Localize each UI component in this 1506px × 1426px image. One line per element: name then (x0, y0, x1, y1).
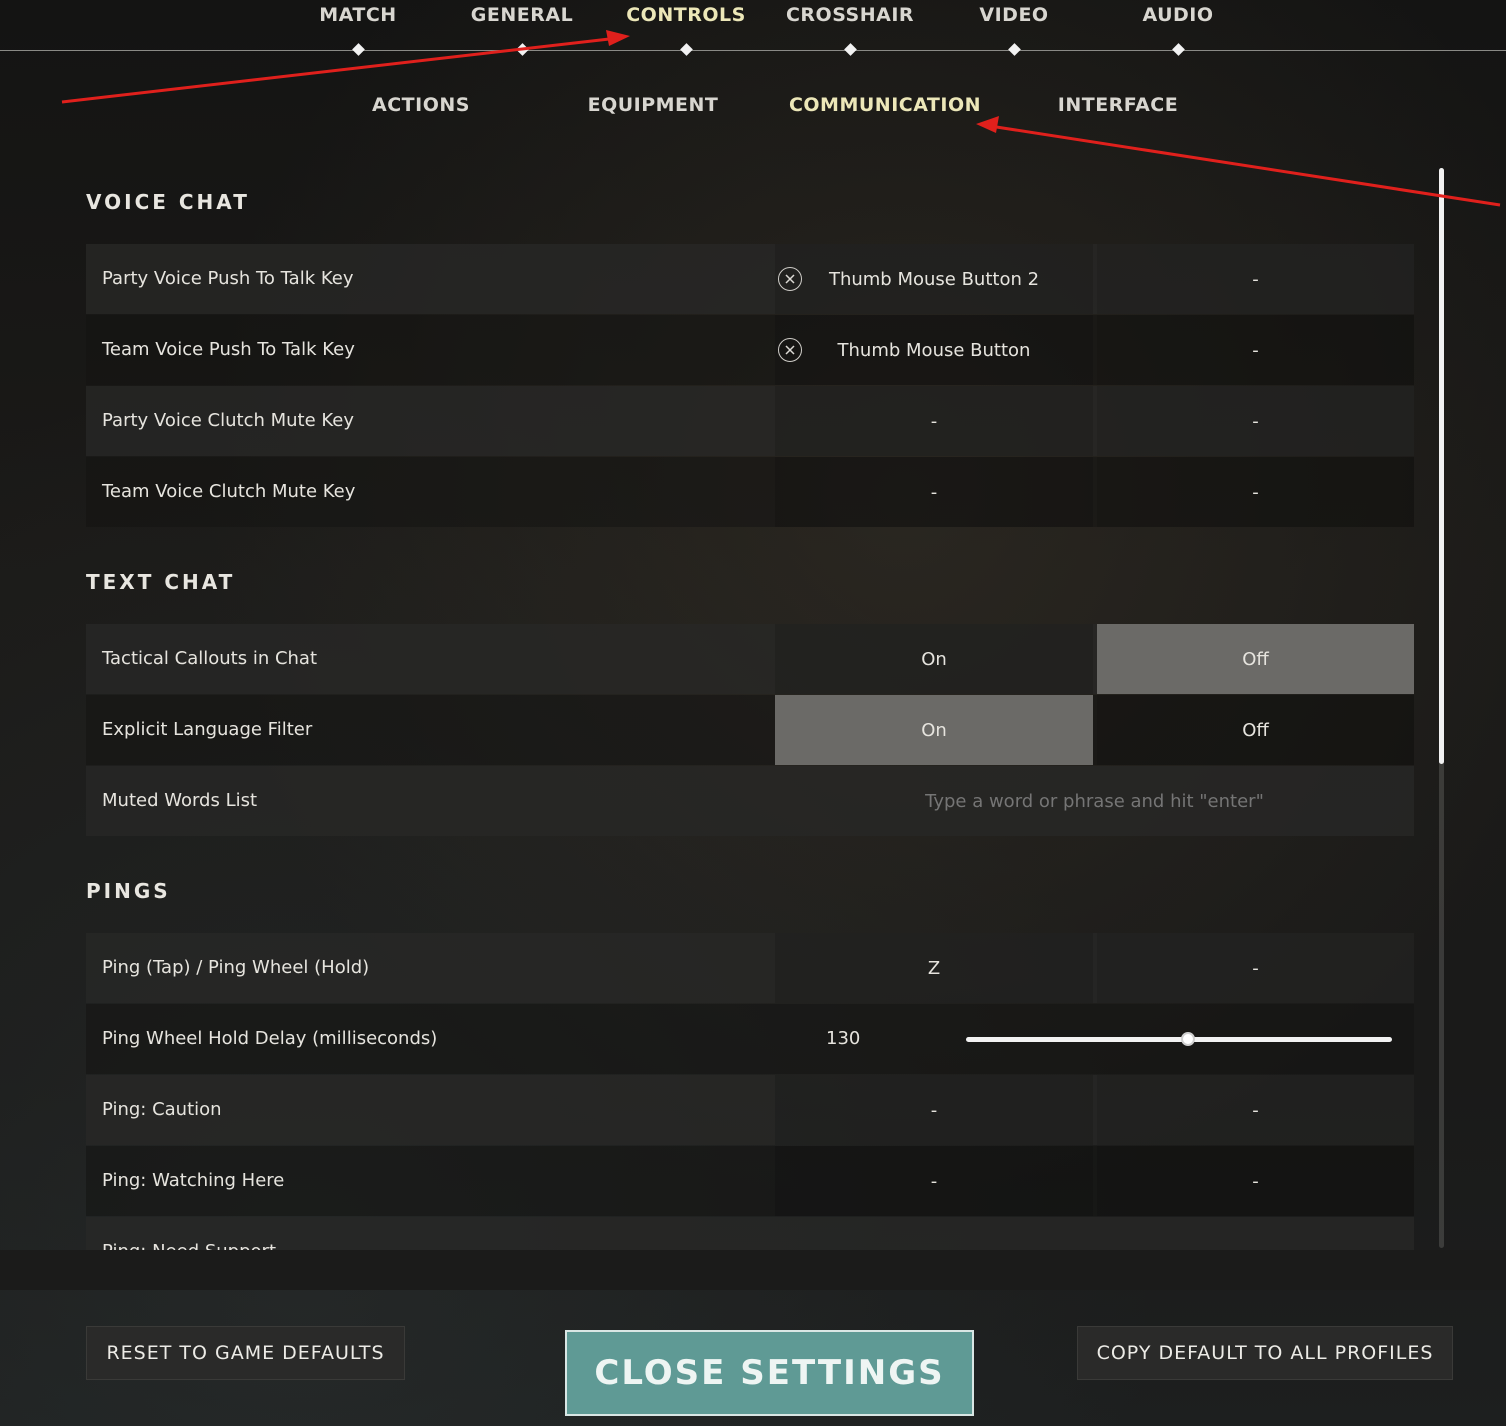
section-title-voice-chat: VOICE CHAT (86, 190, 250, 214)
toggle-off-option[interactable]: Off (1097, 695, 1414, 765)
subtab-actions[interactable]: ACTIONS (311, 94, 531, 116)
keybind-secondary[interactable]: - (1097, 244, 1414, 314)
tab-match[interactable]: MATCH (278, 4, 438, 26)
setting-label: Ping Wheel Hold Delay (milliseconds) (102, 1028, 438, 1049)
tab-video[interactable]: VIDEO (934, 4, 1094, 26)
setting-label: Ping: Watching Here (102, 1170, 285, 1191)
muted-words-input[interactable] (775, 766, 1414, 836)
setting-row-explicit-filter: Explicit Language Filter On Off (86, 695, 1414, 765)
keybind-primary[interactable]: Z (775, 933, 1093, 1003)
setting-row-team-voice-ptt: Team Voice Push To Talk Key Thumb Mouse … (86, 315, 1414, 385)
setting-row-ping-caution: Ping: Caution - - (86, 1075, 1414, 1145)
keybind-primary[interactable]: - (775, 457, 1093, 527)
tab-controls[interactable]: CONTROLS (606, 4, 766, 26)
setting-row-ping-hold-delay: Ping Wheel Hold Delay (milliseconds) 130 (86, 1004, 1414, 1074)
close-settings-button[interactable]: CLOSE SETTINGS (565, 1330, 974, 1416)
toggle-on-option[interactable]: On (775, 624, 1093, 694)
scrollbar-thumb[interactable] (1439, 168, 1444, 764)
reset-defaults-button[interactable]: RESET TO GAME DEFAULTS (86, 1326, 405, 1380)
setting-row-party-voice-clutch: Party Voice Clutch Mute Key - - (86, 386, 1414, 456)
keybind-primary[interactable]: - (775, 386, 1093, 456)
top-tab-bar: MATCH GENERAL CONTROLS CROSSHAIR VIDEO A… (0, 0, 1506, 60)
subtab-equipment[interactable]: EQUIPMENT (543, 94, 763, 116)
keybind-secondary[interactable]: - (1097, 1075, 1414, 1145)
setting-row-tactical-callouts: Tactical Callouts in Chat On Off (86, 624, 1414, 694)
setting-label: Ping: Caution (102, 1099, 222, 1120)
setting-row-party-voice-ptt: Party Voice Push To Talk Key Thumb Mouse… (86, 244, 1414, 314)
setting-label: Team Voice Clutch Mute Key (102, 481, 356, 502)
setting-label: Team Voice Push To Talk Key (102, 339, 355, 360)
setting-label: Ping (Tap) / Ping Wheel (Hold) (102, 957, 370, 978)
setting-row-ping-key: Ping (Tap) / Ping Wheel (Hold) Z - (86, 933, 1414, 1003)
subtab-interface[interactable]: INTERFACE (1008, 94, 1228, 116)
keybind-secondary[interactable]: - (1097, 457, 1414, 527)
toggle-on-option[interactable]: On (775, 695, 1093, 765)
section-title-pings: PINGS (86, 879, 171, 903)
keybind-primary[interactable]: Thumb Mouse Button (775, 315, 1093, 385)
slider-thumb[interactable] (1180, 1032, 1195, 1046)
toggle-off-option[interactable]: Off (1097, 624, 1414, 694)
setting-label: Party Voice Push To Talk Key (102, 268, 354, 289)
keybind-secondary[interactable]: - (1097, 315, 1414, 385)
keybind-secondary[interactable]: - (1097, 1146, 1414, 1216)
list-clip-mask (0, 1250, 1506, 1290)
keybind-primary[interactable]: Thumb Mouse Button 2 (775, 244, 1093, 314)
tab-audio[interactable]: AUDIO (1098, 4, 1258, 26)
keybind-secondary[interactable]: - (1097, 386, 1414, 456)
setting-label: Explicit Language Filter (102, 719, 313, 740)
clear-binding-icon[interactable] (778, 267, 802, 291)
section-title-text-chat: TEXT CHAT (86, 570, 236, 594)
tab-divider (0, 50, 1506, 51)
setting-label: Tactical Callouts in Chat (102, 648, 318, 669)
hold-delay-slider[interactable] (966, 1037, 1392, 1042)
setting-label: Muted Words List (102, 790, 258, 811)
tab-general[interactable]: GENERAL (442, 4, 602, 26)
setting-row-ping-watching: Ping: Watching Here - - (86, 1146, 1414, 1216)
setting-row-team-voice-clutch: Team Voice Clutch Mute Key - - (86, 457, 1414, 527)
clear-binding-icon[interactable] (778, 338, 802, 362)
keybind-secondary[interactable]: - (1097, 933, 1414, 1003)
setting-label: Party Voice Clutch Mute Key (102, 410, 355, 431)
slider-value: 130 (826, 1028, 861, 1049)
keybind-primary[interactable]: - (775, 1146, 1093, 1216)
copy-defaults-button[interactable]: COPY DEFAULT TO ALL PROFILES (1077, 1326, 1453, 1380)
tab-crosshair[interactable]: CROSSHAIR (770, 4, 930, 26)
keybind-primary[interactable]: - (775, 1075, 1093, 1145)
subtab-communication[interactable]: COMMUNICATION (775, 94, 995, 116)
setting-row-muted-words: Muted Words List (86, 766, 1414, 836)
